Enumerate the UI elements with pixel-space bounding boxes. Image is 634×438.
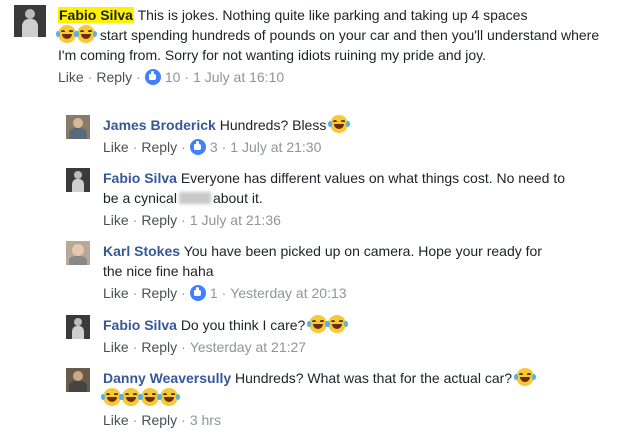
- comment-body: Fabio Silva Do you think I care?: [103, 315, 573, 335]
- avatar[interactable]: [66, 168, 90, 192]
- separator: ·: [132, 285, 138, 301]
- comment-actions: Like · Reply · 1 · Yesterday at 20:13: [103, 283, 563, 303]
- separator: ·: [184, 69, 190, 85]
- comment-body: James Broderick Hundreds? Bless: [103, 115, 613, 135]
- timestamp[interactable]: Yesterday at 20:13: [230, 283, 346, 303]
- separator: ·: [87, 69, 93, 85]
- laughing-emoji-icon: [513, 368, 536, 386]
- reaction-count[interactable]: 10: [165, 67, 181, 87]
- reply-link[interactable]: Reply: [141, 337, 177, 357]
- reply-fabio-2: Fabio Silva Everyone has different value…: [66, 168, 626, 230]
- reply-danny: Danny Weaversully Hundreds? What was tha…: [66, 368, 626, 430]
- author-name[interactable]: Fabio Silva: [103, 170, 177, 186]
- avatar[interactable]: [66, 315, 90, 339]
- reply-link[interactable]: Reply: [141, 137, 177, 157]
- laughing-emoji-icon: [158, 388, 180, 406]
- comment-body: Fabio Silva This is jokes. Nothing quite…: [56, 5, 618, 65]
- timestamp[interactable]: 1 July at 16:10: [193, 67, 284, 87]
- author-name[interactable]: Fabio Silva: [58, 7, 134, 23]
- reply-karl: Karl Stokes You have been picked up on c…: [66, 241, 626, 303]
- like-thumb-icon[interactable]: [144, 69, 161, 85]
- comment-fabio-1: Fabio Silva This is jokes. Nothing quite…: [14, 5, 624, 87]
- like-link[interactable]: Like: [103, 137, 129, 157]
- author-name[interactable]: Karl Stokes: [103, 243, 180, 259]
- like-link[interactable]: Like: [103, 283, 129, 303]
- comment-actions: Like · Reply · Yesterday at 21:27: [103, 337, 573, 357]
- separator: ·: [221, 139, 227, 155]
- avatar[interactable]: [66, 368, 90, 392]
- comment-text: This is jokes. Nothing quite like parkin…: [137, 7, 528, 23]
- comment-text-cont: about it.: [212, 190, 263, 206]
- timestamp[interactable]: Yesterday at 21:27: [190, 337, 306, 357]
- separator: ·: [132, 339, 138, 355]
- reply-fabio-3: Fabio Silva Do you think I care? Like · …: [66, 315, 626, 357]
- like-thumb-icon[interactable]: [189, 139, 206, 155]
- separator: ·: [132, 139, 138, 155]
- timestamp[interactable]: 1 July at 21:36: [190, 210, 281, 230]
- author-name[interactable]: Fabio Silva: [103, 317, 177, 333]
- reply-link[interactable]: Reply: [141, 283, 177, 303]
- laughing-emoji-icon: [101, 388, 123, 406]
- author-name[interactable]: Danny Weaversully: [103, 370, 231, 386]
- comment-text: Do you think I care?: [180, 317, 306, 333]
- like-link[interactable]: Like: [103, 210, 129, 230]
- comment-text: Hundreds? What was that for the actual c…: [235, 370, 513, 386]
- comment-actions: Like · Reply · 10 · 1 July at 16:10: [58, 67, 618, 87]
- reaction-count[interactable]: 3: [210, 137, 218, 157]
- reaction-count[interactable]: 1: [210, 283, 218, 303]
- comment-actions: Like · Reply · 3 hrs: [103, 410, 593, 430]
- reply-james: James Broderick Hundreds? Bless Like · R…: [66, 115, 626, 157]
- separator: ·: [221, 285, 227, 301]
- separator: ·: [181, 339, 186, 355]
- laughing-emoji-icon: [75, 25, 97, 43]
- laughing-emoji-icon: [56, 25, 78, 43]
- separator: ·: [132, 212, 138, 228]
- timestamp[interactable]: 1 July at 21:30: [230, 137, 321, 157]
- comment-text-cont: start spending hundreds of pounds on you…: [58, 27, 600, 63]
- reply-link[interactable]: Reply: [141, 210, 177, 230]
- comment-actions: Like · Reply · 3 · 1 July at 21:30: [103, 137, 613, 157]
- redacted-word: [178, 192, 211, 204]
- laughing-emoji-icon: [328, 115, 351, 133]
- separator: ·: [136, 69, 141, 85]
- like-link[interactable]: Like: [103, 337, 129, 357]
- comment-body: Danny Weaversully Hundreds? What was tha…: [101, 368, 593, 408]
- author-name[interactable]: James Broderick: [103, 117, 216, 133]
- separator: ·: [181, 412, 186, 428]
- comment-body: Karl Stokes You have been picked up on c…: [103, 241, 563, 281]
- separator: ·: [181, 139, 186, 155]
- like-link[interactable]: Like: [58, 67, 84, 87]
- laughing-emoji-icon: [120, 388, 142, 406]
- reply-link[interactable]: Reply: [96, 67, 132, 87]
- avatar[interactable]: [66, 241, 90, 265]
- reply-link[interactable]: Reply: [141, 410, 177, 430]
- like-thumb-icon[interactable]: [189, 285, 206, 301]
- separator: ·: [181, 285, 186, 301]
- avatar[interactable]: [66, 115, 90, 139]
- separator: ·: [132, 412, 138, 428]
- comment-body: Fabio Silva Everyone has different value…: [103, 168, 573, 208]
- separator: ·: [181, 212, 186, 228]
- laughing-emoji-icon: [139, 388, 161, 406]
- comment-text: Hundreds? Bless: [219, 117, 327, 133]
- laughing-emoji-icon: [307, 315, 330, 333]
- like-link[interactable]: Like: [103, 410, 129, 430]
- comment-actions: Like · Reply · 1 July at 21:36: [103, 210, 573, 230]
- avatar[interactable]: [14, 5, 46, 37]
- laughing-emoji-icon: [326, 315, 349, 333]
- timestamp[interactable]: 3 hrs: [190, 410, 221, 430]
